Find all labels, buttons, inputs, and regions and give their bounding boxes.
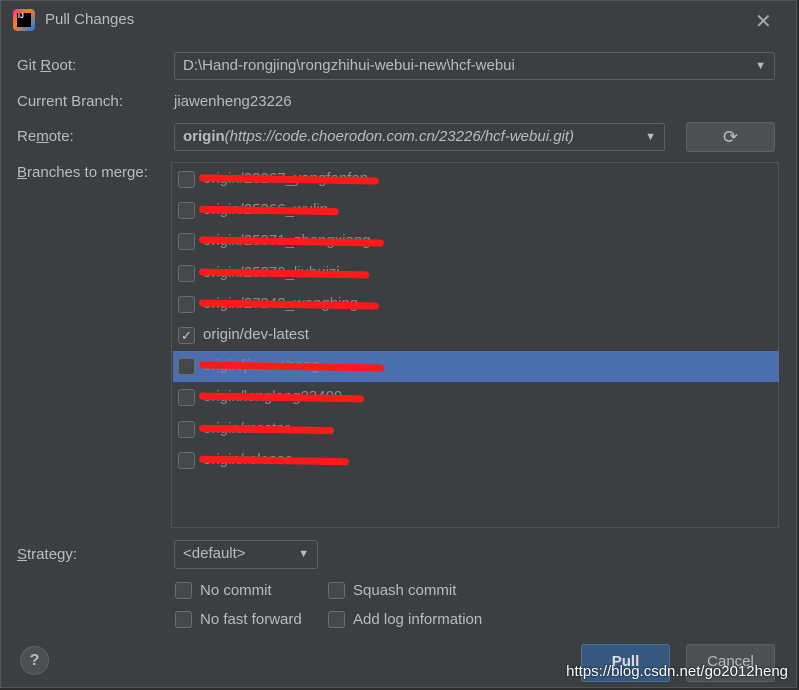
checkbox[interactable] — [328, 582, 345, 599]
watermark: https://blog.csdn.net/go2012heng — [566, 663, 788, 680]
strategy-label: Strategy: — [17, 546, 78, 563]
branch-item[interactable]: origin/release — [173, 445, 779, 476]
checkbox[interactable] — [178, 358, 195, 376]
refresh-button[interactable]: ⟳ — [686, 122, 775, 152]
strategy-value: <default> — [183, 545, 246, 562]
current-branch-value: jiawenheng23226 — [174, 93, 292, 110]
strategy-select[interactable]: <default> ▼ — [174, 540, 318, 569]
refresh-icon: ⟳ — [722, 127, 739, 147]
git-root-label: Git Root: — [17, 57, 77, 74]
branches-label: Branches to merge: — [17, 164, 148, 181]
close-icon[interactable]: ✕ — [755, 9, 772, 34]
checkbox[interactable] — [178, 171, 195, 188]
checkbox[interactable] — [178, 389, 195, 407]
remote-name: origin — [183, 128, 225, 145]
chevron-down-icon: ▼ — [298, 548, 309, 560]
checkbox[interactable] — [178, 451, 195, 469]
branches-list[interactable]: origin/23267_yangfanfanorigin/25366_wuli… — [171, 162, 779, 528]
option-label: No commit — [200, 582, 272, 599]
branch-item[interactable]: origin/jiawenheng — [173, 351, 779, 383]
checkbox[interactable] — [178, 420, 195, 438]
branch-item[interactable]: origin/25366_wulin — [173, 195, 779, 226]
git-root-value: D:\Hand-rongjing\rongzhihui-webui-new\hc… — [183, 57, 515, 74]
chevron-down-icon: ▼ — [641, 124, 656, 150]
checkbox[interactable]: ✓ — [178, 327, 195, 344]
checkbox[interactable] — [178, 202, 195, 220]
branch-item[interactable]: origin/longlong23409 — [173, 382, 779, 413]
branch-item[interactable]: origin/25371_zhengxiang — [173, 226, 779, 257]
checkbox[interactable] — [328, 611, 345, 628]
remote-label: Remote: — [17, 128, 74, 145]
branch-item[interactable]: origin/master — [173, 414, 779, 445]
checkbox[interactable] — [175, 582, 192, 599]
branch-item[interactable]: ✓ origin/dev-latest — [173, 320, 779, 351]
chevron-down-icon: ▼ — [755, 60, 766, 72]
branch-item[interactable]: origin/23267_yangfanfan — [173, 164, 779, 195]
help-button[interactable]: ? — [20, 646, 49, 675]
intellij-icon: IJ — [13, 9, 35, 31]
checkbox[interactable] — [178, 233, 195, 251]
branch-label: origin/dev-latest — [203, 326, 309, 343]
current-branch-label: Current Branch: — [17, 93, 123, 110]
branch-item[interactable]: origin/25372_liuhuizi — [173, 258, 779, 289]
remote-select[interactable]: origin(https://code.choerodon.com.cn/232… — [174, 123, 665, 151]
branch-item[interactable]: origin/27243_wangbing — [173, 289, 779, 320]
checkbox[interactable] — [178, 264, 195, 282]
git-root-select[interactable]: D:\Hand-rongjing\rongzhihui-webui-new\hc… — [174, 52, 775, 80]
checkbox[interactable] — [175, 611, 192, 628]
option-label: Squash commit — [353, 582, 457, 599]
option-label: No fast forward — [200, 611, 302, 628]
option-label: Add log information — [353, 611, 483, 628]
checkbox[interactable] — [178, 295, 195, 313]
pull-changes-dialog: IJ Pull Changes ✕ Git Root: D:\Hand-rong… — [0, 0, 797, 688]
remote-url: (https://code.choerodon.com.cn/23226/hcf… — [224, 128, 575, 145]
dialog-title: Pull Changes — [45, 11, 135, 28]
